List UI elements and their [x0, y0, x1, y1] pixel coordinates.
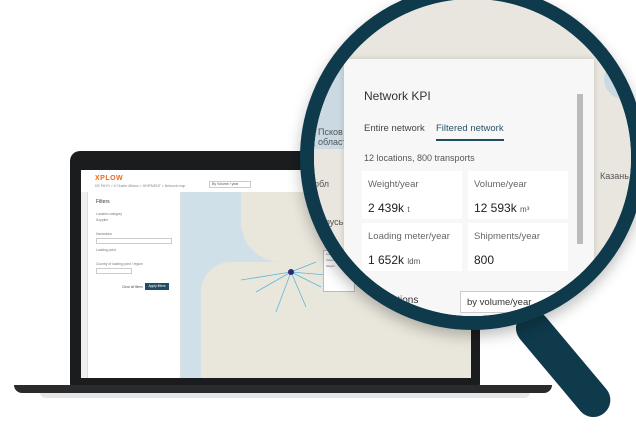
- tab-entire-network[interactable]: Entire network: [364, 123, 425, 134]
- map-water: [604, 59, 631, 99]
- network-kpi-panel: Network KPI Entire network Filtered netw…: [344, 59, 594, 316]
- filter-label: Loading point: [96, 248, 116, 252]
- app-logo: XPLOW: [95, 175, 124, 182]
- metric-label: Volume/year: [474, 179, 527, 190]
- view-select[interactable]: By Volume / year: [209, 181, 251, 188]
- top-locations-select[interactable]: by volume/year ▾: [460, 291, 570, 313]
- tab-filtered-network[interactable]: Filtered network: [436, 123, 504, 141]
- metric-value: 2 439k t: [368, 201, 410, 215]
- filter-label: Country of loading point / region: [96, 262, 143, 266]
- map-label: обл: [314, 179, 330, 189]
- metric-weight: Weight/year 2 439k t: [362, 171, 462, 219]
- laptop-base: [14, 385, 552, 393]
- filter-label: Supplier: [96, 218, 109, 222]
- filter-label: Location category: [96, 212, 123, 216]
- panel-title: Network KPI: [364, 89, 431, 103]
- metric-label: Shipments/year: [474, 231, 541, 242]
- filter-input[interactable]: [96, 238, 172, 244]
- network-summary: 12 locations, 800 transports: [364, 153, 475, 163]
- magnifier-handle: [508, 304, 618, 424]
- panel-scrollbar[interactable]: [577, 94, 583, 244]
- breadcrumb[interactable]: DE PAYS > Il Cluster Milano > SHIPMENT >…: [95, 184, 185, 188]
- chevron-down-icon: ▾: [558, 298, 563, 307]
- filter-input[interactable]: [96, 268, 132, 274]
- map-label: Псков: [318, 127, 343, 137]
- metric-label: Weight/year: [368, 179, 419, 190]
- filter-label: Hazardous: [96, 232, 112, 236]
- metric-volume: Volume/year 12 593k m³: [468, 171, 568, 219]
- metric-value: 1 652k ldm: [368, 253, 421, 267]
- metric-label: Loading meter/year: [368, 231, 450, 242]
- metric-loading-meter: Loading meter/year 1 652k ldm: [362, 223, 462, 271]
- magnifier-lens: Псков области Беларусь Казань обл Networ…: [300, 0, 636, 330]
- filters-title: Filters: [96, 199, 110, 205]
- metric-shipments: Shipments/year 800: [468, 223, 568, 271]
- clear-filters-button[interactable]: Clear all filters: [122, 285, 143, 289]
- metric-value: 800: [474, 253, 495, 267]
- filters-panel: Filters Location category Supplier Hazar…: [88, 192, 181, 378]
- icon-sidebar: [81, 192, 88, 378]
- metric-value: 12 593k m³: [474, 201, 530, 215]
- map-label: Казань: [600, 171, 629, 181]
- top-locations-label: Top locations: [360, 295, 419, 306]
- apply-filters-button[interactable]: Apply filters: [145, 283, 169, 290]
